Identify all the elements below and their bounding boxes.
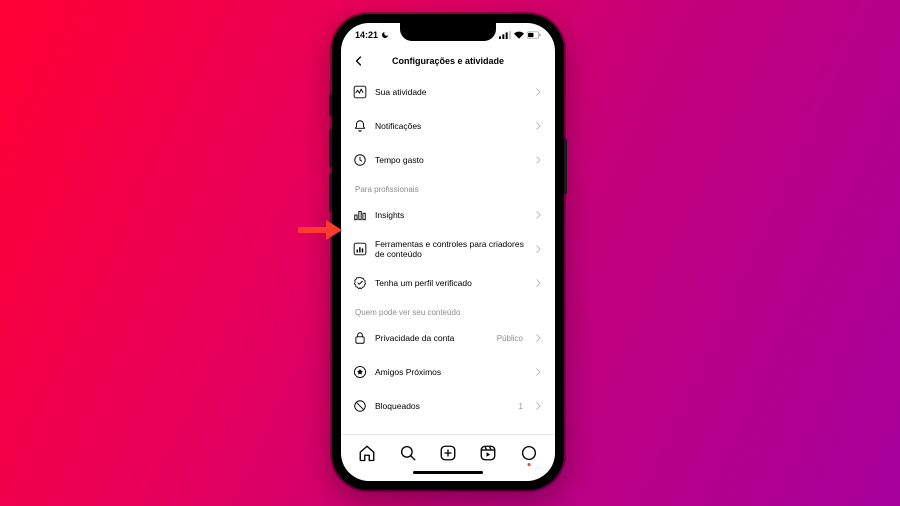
- battery-icon: [527, 31, 541, 39]
- clock-icon: [353, 153, 367, 167]
- row-label: Tempo gasto: [375, 155, 525, 165]
- blocked-icon: [353, 399, 367, 413]
- row-hide-story-live[interactable]: Ocultar story e transmissão ao vivo: [341, 423, 555, 434]
- phone-side-button: [329, 129, 332, 167]
- row-account-privacy[interactable]: Privacidade da conta Público: [341, 321, 555, 355]
- phone-side-button: [564, 139, 567, 194]
- bottom-nav: [341, 434, 555, 471]
- activity-icon: [353, 85, 367, 99]
- row-label: Insights: [375, 210, 525, 220]
- plus-square-icon: [439, 444, 457, 462]
- chevron-right-icon: [533, 333, 543, 343]
- status-time: 14:21: [355, 30, 378, 40]
- settings-list[interactable]: Sua atividade Notificações: [341, 75, 555, 434]
- row-label: Sua atividade: [375, 87, 525, 97]
- section-header-who-can-see: Quem pode ver seu conteúdo: [341, 300, 555, 321]
- phone-notch: [400, 23, 496, 41]
- lock-icon: [353, 331, 367, 345]
- signal-icon: [499, 31, 511, 39]
- row-label: Notificações: [375, 121, 525, 131]
- nav-search[interactable]: [399, 444, 417, 462]
- row-creator-tools[interactable]: Ferramentas e controles para criadores d…: [341, 232, 555, 266]
- nav-create[interactable]: [439, 444, 457, 462]
- verified-icon: [353, 276, 367, 290]
- row-value: 1: [519, 402, 523, 411]
- row-verified-profile[interactable]: Tenha um perfil verificado: [341, 266, 555, 300]
- dashboard-icon: [353, 242, 367, 256]
- nav-profile[interactable]: [520, 444, 538, 462]
- section-header-professionals: Para profissionais: [341, 177, 555, 198]
- row-label: Ferramentas e controles para criadores d…: [375, 239, 525, 259]
- phone-frame: 14:21 Configurações e atividade: [332, 14, 564, 490]
- phone-side-button: [329, 94, 332, 116]
- row-your-activity[interactable]: Sua atividade: [341, 75, 555, 109]
- phone-side-button: [329, 174, 332, 212]
- star-circle-icon: [353, 365, 367, 379]
- phone-screen: 14:21 Configurações e atividade: [341, 23, 555, 481]
- chevron-right-icon: [533, 121, 543, 131]
- bell-icon: [353, 119, 367, 133]
- row-close-friends[interactable]: Amigos Próximos: [341, 355, 555, 389]
- chevron-right-icon: [533, 367, 543, 377]
- bar-chart-icon: [353, 208, 367, 222]
- chevron-right-icon: [533, 210, 543, 220]
- page-title: Configurações e atividade: [351, 56, 545, 66]
- notification-dot-icon: [527, 463, 530, 466]
- do-not-disturb-icon: [381, 31, 389, 39]
- nav-reels[interactable]: [479, 444, 497, 462]
- chevron-right-icon: [533, 278, 543, 288]
- row-label: Privacidade da conta: [375, 333, 489, 343]
- row-label: Tenha um perfil verificado: [375, 278, 525, 288]
- row-insights[interactable]: Insights: [341, 198, 555, 232]
- hide-story-icon: [353, 433, 367, 434]
- row-notifications[interactable]: Notificações: [341, 109, 555, 143]
- screen-header: Configurações e atividade: [341, 47, 555, 75]
- row-value: Público: [497, 334, 523, 343]
- home-indicator: [341, 471, 555, 481]
- stage: 14:21 Configurações e atividade: [0, 0, 900, 506]
- nav-home[interactable]: [358, 444, 376, 462]
- chevron-right-icon: [533, 87, 543, 97]
- row-label: Amigos Próximos: [375, 367, 515, 377]
- row-time-spent[interactable]: Tempo gasto: [341, 143, 555, 177]
- chevron-right-icon: [533, 155, 543, 165]
- wifi-icon: [514, 31, 524, 39]
- home-icon: [358, 444, 376, 462]
- chevron-right-icon: [533, 244, 543, 254]
- reels-icon: [479, 444, 497, 462]
- row-blocked[interactable]: Bloqueados 1: [341, 389, 555, 423]
- search-icon: [399, 444, 417, 462]
- profile-avatar-icon: [520, 444, 538, 462]
- chevron-right-icon: [533, 401, 543, 411]
- row-label: Bloqueados: [375, 401, 511, 411]
